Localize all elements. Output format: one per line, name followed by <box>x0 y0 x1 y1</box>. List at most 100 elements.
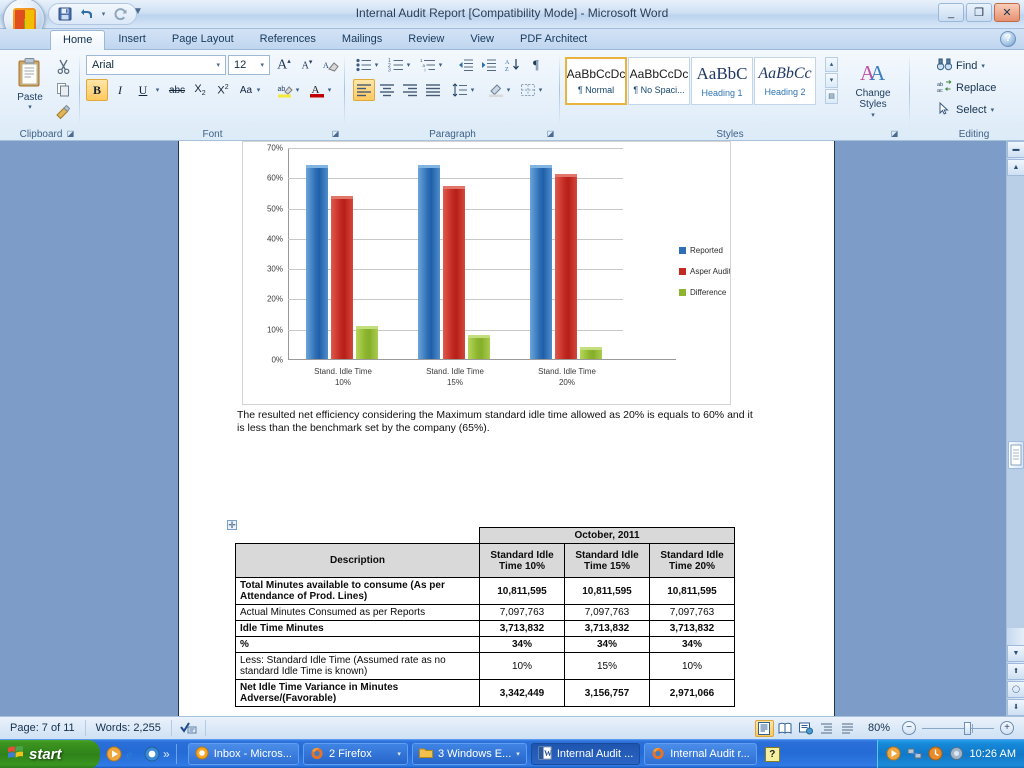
zoom-out-button[interactable]: − <box>902 721 916 735</box>
highlight-dropdown-button[interactable]: ▾ <box>292 79 303 101</box>
maximize-button[interactable]: ❐ <box>966 3 992 22</box>
italic-button[interactable]: I <box>109 79 131 101</box>
subscript-button[interactable]: X2 <box>189 79 211 101</box>
tab-home[interactable]: Home <box>50 30 106 51</box>
word-count[interactable]: Words: 2,255 <box>86 720 172 736</box>
align-center-button[interactable] <box>376 79 398 101</box>
change-case-dropdown-button[interactable]: ▾ <box>253 79 264 101</box>
tab-insert[interactable]: Insert <box>105 29 159 50</box>
numbering-dropdown-button[interactable]: ▾ <box>403 54 414 76</box>
tab-view[interactable]: View <box>457 29 507 50</box>
copy-button[interactable] <box>52 78 74 100</box>
split-document-handle[interactable]: ▬ <box>1007 141 1024 158</box>
data-table[interactable]: October, 2011 Description Standard Idle … <box>235 527 735 707</box>
scroll-down-button[interactable]: ▼ <box>1007 645 1024 662</box>
select-button[interactable]: Select ▾ <box>934 101 997 119</box>
paragraph-dialog-launcher[interactable]: ◪ <box>545 128 556 139</box>
shrink-font-button[interactable]: A▾ <box>296 54 318 76</box>
borders-dropdown-button[interactable]: ▾ <box>535 79 546 101</box>
document-workspace[interactable]: 70% 60% 50% 40% 30% 20% 10% 0% Stand. Id… <box>0 141 1006 716</box>
taskbar-button-windows-explorer-group[interactable]: 3 Windows E... ▾ <box>411 743 527 765</box>
chart-object[interactable]: 70% 60% 50% 40% 30% 20% 10% 0% Stand. Id… <box>242 141 731 405</box>
internet-explorer-icon[interactable]: e <box>125 746 141 763</box>
tab-references[interactable]: References <box>247 29 329 50</box>
media-player-icon[interactable] <box>106 746 122 762</box>
strikethrough-button[interactable]: abc <box>166 79 188 101</box>
select-browse-object-button[interactable]: ◯ <box>1007 681 1024 698</box>
cut-button[interactable] <box>52 55 74 77</box>
full-screen-reading-view-button[interactable] <box>776 720 795 737</box>
document-page[interactable]: 70% 60% 50% 40% 30% 20% 10% 0% Stand. Id… <box>178 141 835 716</box>
line-spacing-dropdown-button[interactable]: ▾ <box>467 79 478 101</box>
paste-button[interactable]: Paste ▾ <box>8 54 52 114</box>
replace-button[interactable]: ab ac Replace <box>934 79 999 97</box>
styles-dialog-launcher[interactable]: ◪ <box>889 128 900 139</box>
style-no-spacing[interactable]: AaBbCcDc ¶ No Spaci... <box>628 57 690 105</box>
zoom-level[interactable]: 80% <box>860 722 896 734</box>
font-size-dropdown-icon[interactable]: ▾ <box>257 61 267 69</box>
web-layout-view-button[interactable] <box>797 720 816 737</box>
font-size-input[interactable]: 12 ▾ <box>228 55 270 75</box>
chevron-down-icon[interactable]: ▾ <box>397 750 401 758</box>
paste-dropdown-caret[interactable]: ▾ <box>28 103 32 111</box>
style-heading-1[interactable]: AaBbC Heading 1 <box>691 57 753 105</box>
taskbar-button-internal-audit-firefox[interactable]: Internal Audit r... <box>644 743 757 765</box>
outlook-icon[interactable] <box>144 746 160 762</box>
font-name-input[interactable]: Arial ▾ <box>86 55 226 75</box>
shading-dropdown-button[interactable]: ▾ <box>503 79 514 101</box>
help-icon[interactable]: ? <box>1000 31 1016 47</box>
shield-icon[interactable] <box>949 746 965 762</box>
media-icon[interactable] <box>886 746 902 762</box>
find-caret[interactable]: ▾ <box>981 62 985 70</box>
zoom-track[interactable] <box>922 721 994 735</box>
increase-indent-button[interactable] <box>478 54 500 76</box>
styles-scroll-up-icon[interactable]: ▴ <box>825 57 838 72</box>
font-color-dropdown-button[interactable]: ▾ <box>324 79 335 101</box>
quick-launch-more-icon[interactable]: » <box>163 747 170 761</box>
vertical-scrollbar[interactable]: ▬ ▲ ▼ ⬆ ◯ ⬇ <box>1006 141 1024 716</box>
show-formatting-marks-button[interactable]: ¶ <box>525 54 547 76</box>
select-caret[interactable]: ▾ <box>991 106 995 114</box>
sticky-note-icon[interactable]: ? <box>764 746 780 762</box>
next-page-button[interactable]: ⬇ <box>1007 699 1024 716</box>
clipboard-dialog-launcher[interactable]: ◪ <box>65 128 76 139</box>
grow-font-button[interactable]: A▴ <box>273 54 295 76</box>
taskbar-button-word[interactable]: W Internal Audit ... <box>530 743 641 765</box>
previous-page-button[interactable]: ⬆ <box>1007 663 1024 680</box>
minimize-button[interactable]: _ <box>938 3 964 22</box>
clock[interactable]: 10:26 AM <box>970 748 1016 760</box>
scrollbar-thumb[interactable] <box>1008 441 1024 469</box>
tab-page-layout[interactable]: Page Layout <box>159 29 247 50</box>
style-normal[interactable]: AaBbCcDc ¶ Normal <box>565 57 627 105</box>
style-heading-2[interactable]: AaBbCc Heading 2 <box>754 57 816 105</box>
zoom-thumb[interactable] <box>964 721 971 735</box>
underline-button[interactable]: U <box>132 79 154 101</box>
taskbar-button-inbox[interactable]: Inbox - Micros... <box>187 743 299 765</box>
styles-more-icon[interactable]: ▤ <box>825 89 838 104</box>
find-button[interactable]: Find ▾ <box>934 57 988 75</box>
network-icon[interactable] <box>907 746 923 762</box>
align-left-button[interactable] <box>353 79 375 101</box>
styles-scroll-down-icon[interactable]: ▾ <box>825 73 838 88</box>
close-button[interactable]: ✕ <box>994 3 1020 22</box>
scroll-up-button[interactable]: ▲ <box>1007 159 1024 176</box>
change-styles-button[interactable]: AA Change Styles ▾ <box>846 56 900 124</box>
decrease-indent-button[interactable] <box>455 54 477 76</box>
justify-button[interactable] <box>422 79 444 101</box>
underline-dropdown-button[interactable]: ▾ <box>152 79 163 101</box>
bold-button[interactable]: B <box>86 79 108 101</box>
bullets-dropdown-button[interactable]: ▾ <box>371 54 382 76</box>
print-layout-view-button[interactable] <box>754 719 774 737</box>
page-indicator[interactable]: Page: 7 of 11 <box>0 720 86 736</box>
proofing-status-icon[interactable] <box>172 720 206 736</box>
sort-button[interactable]: AZ <box>502 54 524 76</box>
zoom-slider[interactable]: − + <box>902 721 1024 735</box>
document-paragraph[interactable]: The resulted net efficiency considering … <box>237 409 762 435</box>
chevron-down-icon[interactable]: ▾ <box>516 750 520 758</box>
format-painter-button[interactable] <box>52 101 74 123</box>
taskbar-button-firefox-group[interactable]: 2 Firefox ▾ <box>302 743 408 765</box>
start-button[interactable]: start <box>0 739 100 768</box>
zoom-in-button[interactable]: + <box>1000 721 1014 735</box>
change-styles-caret[interactable]: ▾ <box>871 110 875 121</box>
tab-pdf-architect[interactable]: PDF Architect <box>507 29 600 50</box>
